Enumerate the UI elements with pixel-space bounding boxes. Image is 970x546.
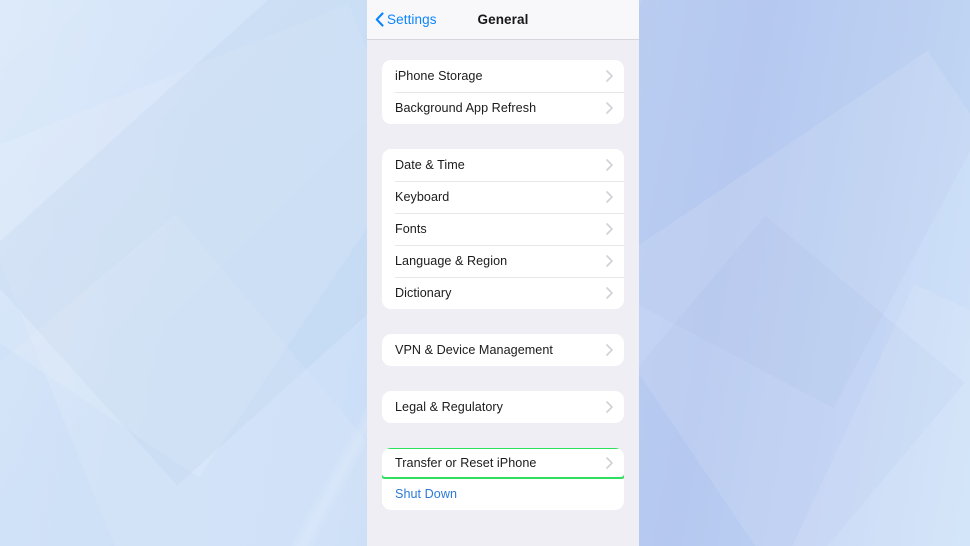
settings-list[interactable]: iPhone Storage Background App Refresh Date… [367, 60, 639, 546]
page-title: General [477, 12, 529, 27]
settings-row-label: Shut Down [395, 487, 458, 501]
settings-row-label: Keyboard [395, 190, 450, 204]
chevron-right-icon [606, 344, 613, 356]
settings-row-label: Background App Refresh [395, 101, 537, 115]
settings-row-keyboard[interactable]: Keyboard [382, 181, 624, 213]
chevron-right-icon [606, 401, 613, 413]
settings-group-vpn-group: VPN & Device Management [382, 334, 624, 366]
chevron-right-icon [606, 457, 613, 469]
chevron-right-icon [606, 255, 613, 267]
settings-row-label: Dictionary [395, 286, 452, 300]
settings-row-language-region[interactable]: Language & Region [382, 245, 624, 277]
phone-screen: Settings General iPhone Storage Backgroun… [367, 0, 639, 546]
settings-row-shut-down[interactable]: Shut Down [382, 478, 624, 510]
chevron-right-icon [606, 191, 613, 203]
settings-row-legal-regulatory[interactable]: Legal & Regulatory [382, 391, 624, 423]
chevron-right-icon [606, 159, 613, 171]
settings-row-transfer-or-reset-iphone[interactable]: Transfer or Reset iPhone [382, 448, 624, 479]
chevron-right-icon [606, 287, 613, 299]
settings-group-reset-group: Transfer or Reset iPhone Shut Down [382, 448, 624, 510]
settings-row-label: iPhone Storage [395, 69, 483, 83]
settings-row-label: Transfer or Reset iPhone [395, 456, 537, 470]
settings-row-label: Legal & Regulatory [395, 400, 504, 414]
settings-row-date-time[interactable]: Date & Time [382, 149, 624, 181]
settings-row-label: Language & Region [395, 254, 508, 268]
settings-row-background-app-refresh[interactable]: Background App Refresh [382, 92, 624, 124]
navigation-bar: Settings General [367, 0, 639, 40]
settings-group-locale-group: Date & Time Keyboard Fonts Language & Regio… [382, 149, 624, 309]
chevron-right-icon [606, 70, 613, 82]
settings-row-iphone-storage[interactable]: iPhone Storage [382, 60, 624, 92]
settings-row-label: VPN & Device Management [395, 343, 553, 357]
chevron-right-icon [606, 223, 613, 235]
settings-row-dictionary[interactable]: Dictionary [382, 277, 624, 309]
settings-group-storage-group: iPhone Storage Background App Refresh [382, 60, 624, 124]
settings-row-label: Fonts [395, 222, 427, 236]
chevron-right-icon [606, 102, 613, 114]
settings-row-fonts[interactable]: Fonts [382, 213, 624, 245]
settings-row-vpn-device-management[interactable]: VPN & Device Management [382, 334, 624, 366]
settings-row-label: Date & Time [395, 158, 465, 172]
settings-group-legal-group: Legal & Regulatory [382, 391, 624, 423]
